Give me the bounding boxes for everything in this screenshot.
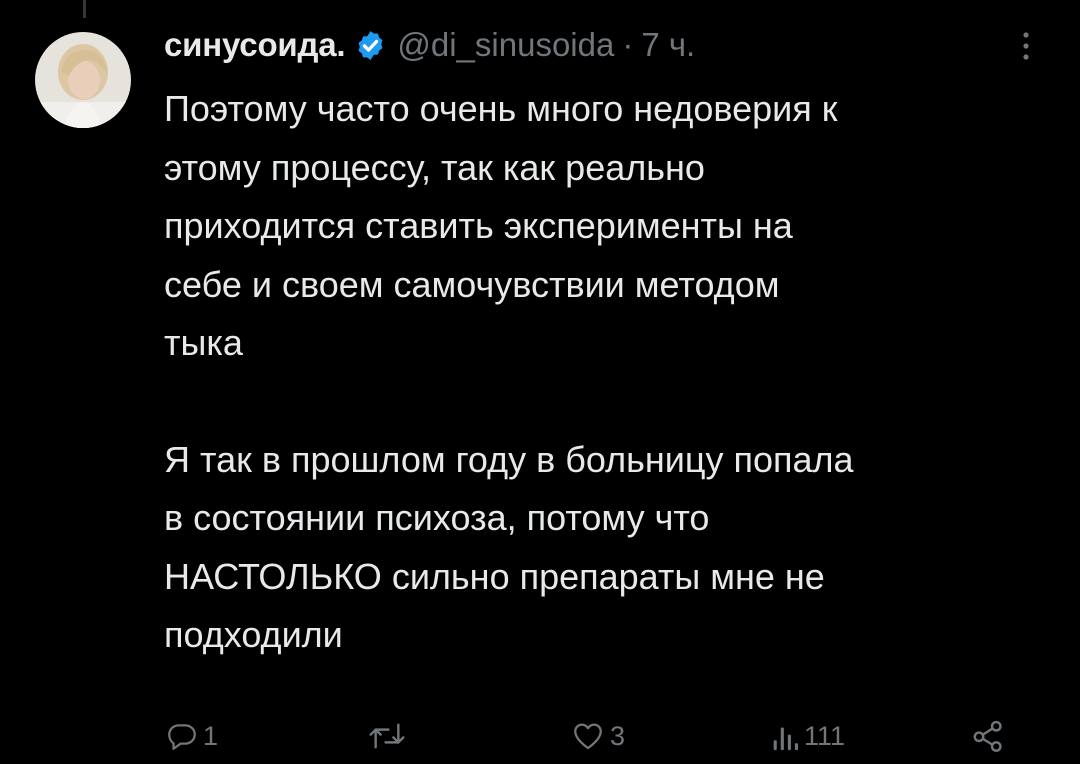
views-button[interactable]: 111 bbox=[770, 712, 845, 760]
tweet-paragraph: Я так в прошлом году в больницу попала в… bbox=[164, 438, 854, 656]
like-button[interactable]: 3 bbox=[570, 712, 625, 760]
header-separator: · bbox=[622, 26, 634, 63]
share-icon bbox=[970, 718, 1006, 754]
reply-icon bbox=[165, 719, 199, 753]
avatar-photo bbox=[35, 32, 131, 128]
author-handle[interactable]: @di_sinusoida bbox=[397, 26, 614, 64]
retweet-button[interactable] bbox=[367, 712, 411, 760]
heart-icon bbox=[570, 719, 606, 753]
like-count: 3 bbox=[610, 720, 626, 751]
views-icon bbox=[770, 719, 800, 753]
tweet-text: Поэтому часто очень много недоверия к эт… bbox=[164, 80, 1054, 665]
tweet-action-bar: 1 3 111 bbox=[0, 712, 1080, 760]
avatar[interactable] bbox=[35, 32, 131, 128]
reply-button[interactable]: 1 bbox=[165, 712, 218, 760]
tweet-header: синусоида. @di_sinusoida · 7 ч. bbox=[164, 20, 695, 70]
verified-badge-icon bbox=[354, 29, 387, 62]
author-display-name[interactable]: синусоида. bbox=[164, 26, 346, 64]
tweet-timestamp[interactable]: 7 ч. bbox=[641, 26, 695, 64]
more-vertical-icon[interactable] bbox=[1016, 28, 1036, 64]
retweet-icon bbox=[367, 719, 407, 753]
views-count: 111 bbox=[804, 720, 846, 751]
share-button[interactable] bbox=[970, 712, 1006, 760]
reply-count: 1 bbox=[203, 720, 219, 751]
thread-connector-line bbox=[83, 0, 86, 18]
tweet-paragraph: Поэтому часто очень много недоверия к эт… bbox=[164, 88, 838, 363]
